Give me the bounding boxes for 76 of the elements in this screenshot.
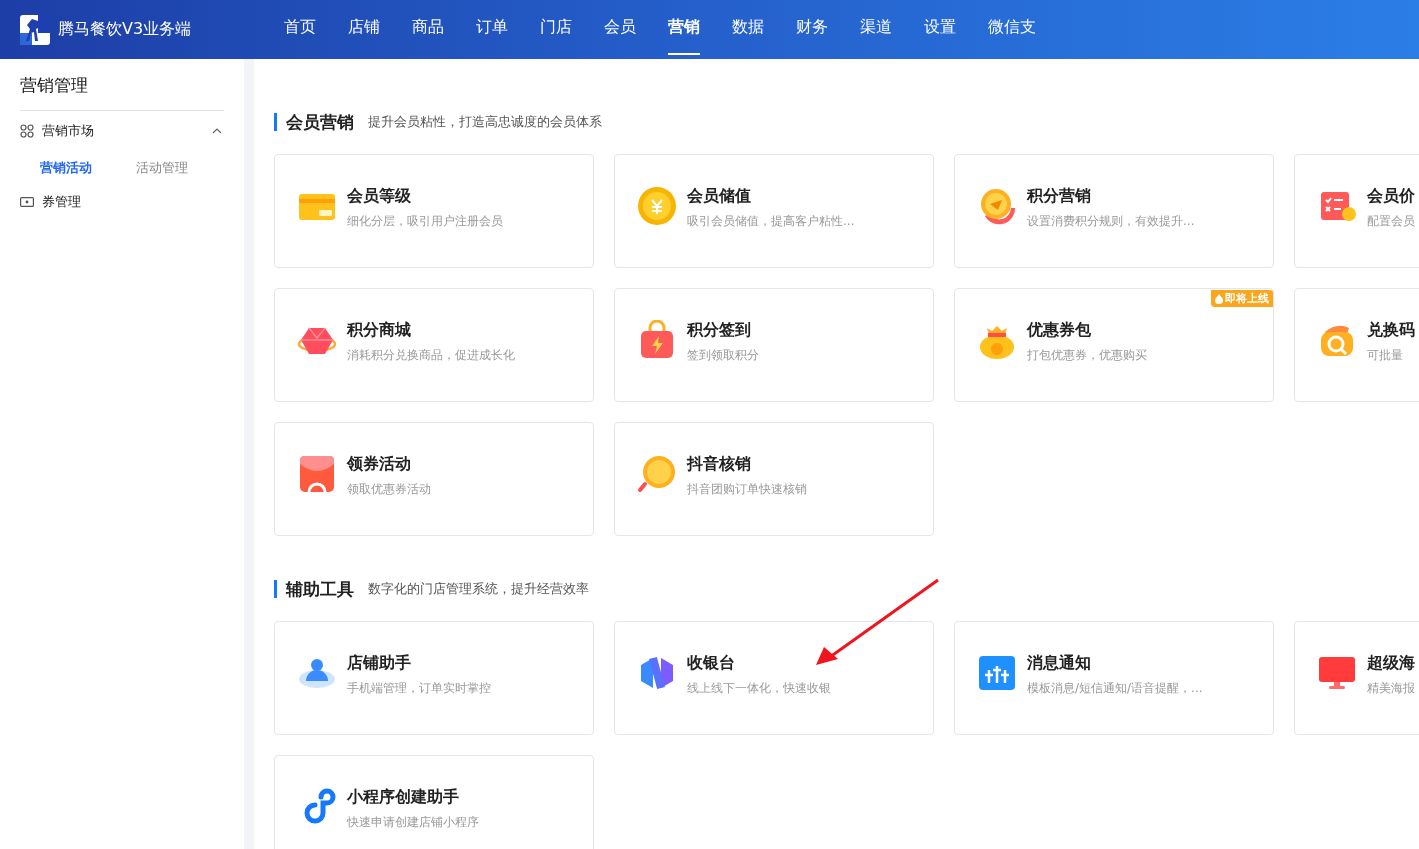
feature-card[interactable]: 超级海 精美海报 <box>1294 621 1419 735</box>
feature-card[interactable]: 积分签到 签到领取积分 <box>614 288 934 402</box>
card-description: 签到领取积分 <box>687 347 759 363</box>
nav-tab[interactable]: 门店 <box>540 0 604 59</box>
card-title: 积分签到 <box>687 319 752 341</box>
card-description: 可批量 <box>1367 347 1404 363</box>
coin-icon <box>637 186 677 226</box>
feature-card[interactable]: 优惠券包 打包优惠券，优惠购买 即将上线 <box>954 288 1274 402</box>
feature-card[interactable]: 消息通知 模板消息/短信通知/语音提醒，... <box>954 621 1274 735</box>
nav-tab[interactable]: 渠道 <box>860 0 924 59</box>
nav-tab[interactable]: 店铺 <box>348 0 412 59</box>
card-title: 会员储值 <box>687 185 752 207</box>
menu-item[interactable]: 营销市场 <box>20 119 224 143</box>
card-description: 抖音团购订单快速核销 <box>687 481 807 497</box>
feature-card[interactable]: 积分营销 设置消费积分规则，有效提升... <box>954 154 1274 268</box>
feature-card[interactable]: 抖音核销 抖音团购订单快速核销 <box>614 422 934 536</box>
card-title: 消息通知 <box>1027 652 1092 674</box>
envelope-icon <box>297 454 337 494</box>
caret-icon <box>212 128 222 134</box>
nav-tab[interactable]: 数据 <box>732 0 796 59</box>
feature-card[interactable]: 会员储值 吸引会员储值，提高客户粘性... <box>614 154 934 268</box>
nav-tab[interactable]: 营销 <box>668 0 732 59</box>
card-title: 积分营销 <box>1027 185 1092 207</box>
feature-card[interactable]: 会员等级 细化分层，吸引用户注册会员 <box>274 154 594 268</box>
seal-icon <box>637 454 677 494</box>
card-title: 收银台 <box>687 652 736 674</box>
card-title: 小程序创建助手 <box>347 786 460 808</box>
card-description: 精美海报 <box>1367 680 1415 696</box>
section-subtitle: 数字化的门店管理系统，提升经营效率 <box>368 580 589 598</box>
card-title: 优惠券包 <box>1027 319 1092 341</box>
card-description: 吸引会员储值，提高客户粘性... <box>687 213 855 229</box>
card-title: 超级海 <box>1367 652 1415 674</box>
card-description: 模板消息/短信通知/语音提醒，... <box>1027 680 1203 696</box>
section-title: 会员营销 <box>286 110 354 134</box>
sliders-icon <box>977 653 1017 693</box>
nav-tab[interactable]: 商品 <box>412 0 476 59</box>
card-description: 打包优惠券，优惠购买 <box>1027 347 1147 363</box>
feature-card[interactable]: 收银台 线上线下一体化，快速收银 <box>614 621 934 735</box>
feature-card[interactable]: 店铺助手 手机端管理，订单实时掌控 <box>274 621 594 735</box>
horse-logo-icon <box>20 14 50 45</box>
card-title: 领券活动 <box>347 453 412 475</box>
card-description: 手机端管理，订单实时掌控 <box>347 680 491 696</box>
status-badge: 即将上线 <box>1211 290 1273 307</box>
nav-tab[interactable]: 设置 <box>924 0 988 59</box>
nav-tab[interactable]: 订单 <box>476 0 540 59</box>
feature-card[interactable]: 小程序创建助手 快速申请创建店铺小程序 <box>274 755 594 849</box>
feature-card[interactable]: 兑换码 可批量 <box>1294 288 1419 402</box>
nav-tab[interactable]: 会员 <box>604 0 668 59</box>
nav-tab[interactable]: 财务 <box>796 0 860 59</box>
feature-card[interactable]: 积分商城 消耗积分兑换商品，促进成长化 <box>274 288 594 402</box>
card-title: 会员价 <box>1367 185 1415 207</box>
feature-card[interactable]: 会员价 配置会员 <box>1294 154 1419 268</box>
card-description: 消耗积分兑换商品，促进成长化 <box>347 347 515 363</box>
card-description: 细化分层，吸引用户注册会员 <box>347 213 503 229</box>
submenu-item[interactable]: 营销活动 <box>20 159 116 177</box>
app-title: 腾马餐饮V3业务端 <box>58 19 192 40</box>
sidebar-title: 营销管理 <box>20 74 89 97</box>
card-title: 兑换码 <box>1367 319 1415 341</box>
card-description: 线上线下一体化，快速收银 <box>687 680 831 696</box>
submenu-item[interactable]: 活动管理 <box>116 159 212 177</box>
nav-tab[interactable]: 首页 <box>284 0 348 59</box>
card-description: 配置会员 <box>1367 213 1415 229</box>
grid-icon <box>20 124 34 138</box>
section-title: 辅助工具 <box>286 577 354 601</box>
card-description: 设置消费积分规则，有效提升... <box>1027 213 1195 229</box>
card-title: 会员等级 <box>347 185 412 207</box>
card-title: 积分商城 <box>347 319 412 341</box>
card-description: 快速申请创建店铺小程序 <box>347 814 479 830</box>
menu-item[interactable]: 券管理 <box>20 190 224 214</box>
feature-card[interactable]: 领券活动 领取优惠券活动 <box>274 422 594 536</box>
nav-tab[interactable]: 微信支 <box>988 0 1052 59</box>
card-description: 领取优惠券活动 <box>347 481 431 497</box>
section-subtitle: 提升会员粘性，打造高忠诚度的会员体系 <box>368 113 602 131</box>
card-title: 抖音核销 <box>687 453 752 475</box>
card-title: 店铺助手 <box>347 652 412 674</box>
ticket-icon <box>20 197 34 207</box>
